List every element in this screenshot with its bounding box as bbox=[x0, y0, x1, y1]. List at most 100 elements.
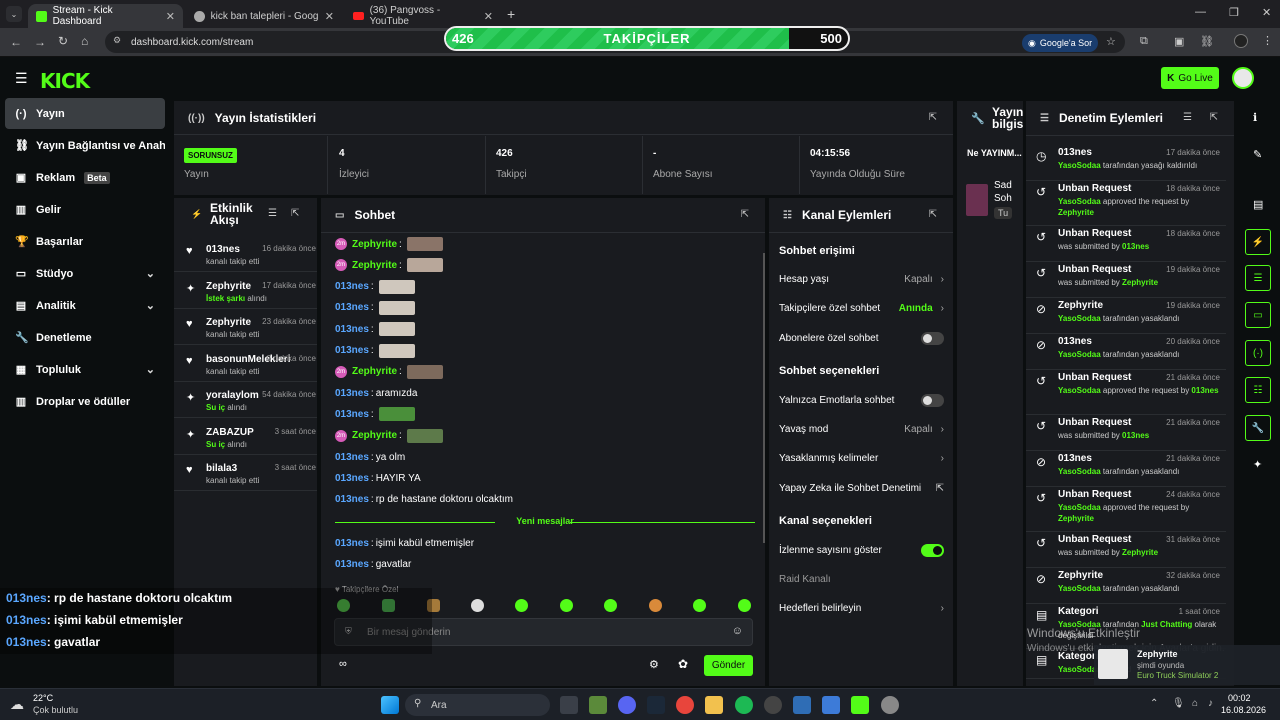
site-info-icon[interactable]: ⚙ bbox=[113, 35, 121, 46]
go-live-button[interactable]: K Go Live bbox=[1161, 67, 1219, 89]
target-name[interactable]: 013nes bbox=[1191, 386, 1218, 395]
stream-tag[interactable]: Tu bbox=[994, 207, 1013, 219]
spotify-icon[interactable] bbox=[735, 696, 753, 714]
tray-chevron-icon[interactable]: ⌃ bbox=[1150, 698, 1158, 709]
target-name[interactable]: Zephyrite bbox=[1122, 278, 1158, 287]
kick-app-icon[interactable] bbox=[851, 696, 869, 714]
reload-icon[interactable]: ↻ bbox=[58, 34, 68, 48]
app-icon[interactable] bbox=[822, 696, 840, 714]
chat-username[interactable]: 013nes bbox=[335, 452, 369, 463]
moderator-name[interactable]: YasoSodaa bbox=[1058, 197, 1101, 206]
extensions-icon[interactable]: ⧉ bbox=[1140, 35, 1148, 48]
chat-username[interactable]: 013nes bbox=[335, 559, 369, 570]
popout-icon[interactable]: ⇱ bbox=[291, 208, 299, 219]
emote-icon[interactable] bbox=[515, 599, 528, 612]
rail-wrench-icon[interactable]: 🔧 bbox=[1245, 415, 1271, 441]
tab-google[interactable]: kick ban talepleri - Google'da A ✕ bbox=[186, 4, 342, 28]
close-tab-icon[interactable]: ✕ bbox=[325, 10, 334, 23]
activity-user[interactable]: 013nes bbox=[206, 244, 240, 255]
gift-icon[interactable]: ✦ bbox=[1253, 458, 1262, 471]
restore-icon[interactable]: ❐ bbox=[1229, 6, 1239, 19]
network-icon[interactable]: ⌂ bbox=[1192, 698, 1198, 709]
moderator-name[interactable]: YasoSodaa bbox=[1058, 467, 1101, 476]
moderator-name[interactable]: YasoSodaa bbox=[1058, 350, 1101, 359]
bookmark-star-icon[interactable]: ☆ bbox=[1106, 35, 1116, 48]
tab-youtube[interactable]: (36) Pangvoss - YouTube ✕ bbox=[345, 4, 501, 28]
sidebar-item[interactable]: ⛓ Yayın Bağlantısı ve Anahtar bbox=[5, 130, 165, 161]
moderator-name[interactable]: YasoSodaa bbox=[1058, 314, 1101, 323]
moderator-name[interactable]: YasoSodaa bbox=[1058, 161, 1101, 170]
sidebar-item[interactable]: ▥ Droplar ve ödüller bbox=[5, 386, 165, 417]
emote-only-toggle[interactable] bbox=[921, 393, 944, 407]
rail-moderation-icon[interactable]: ☰ bbox=[1245, 265, 1271, 291]
chat-username[interactable]: 013nes bbox=[335, 494, 369, 505]
game-notification-toast[interactable]: Zephyrite şimdi oyunda Euro Truck Simula… bbox=[1094, 645, 1280, 685]
sidebar-item[interactable]: (·) Yayın bbox=[5, 98, 165, 129]
pencil-icon[interactable]: ✎ bbox=[1253, 148, 1262, 161]
obs-icon[interactable] bbox=[764, 696, 782, 714]
close-tab-icon[interactable]: ✕ bbox=[166, 10, 175, 23]
emote-icon[interactable] bbox=[604, 599, 617, 612]
activity-user[interactable]: ZABAZUP bbox=[206, 427, 254, 438]
followers-chat-row[interactable]: Takipçilere özel sohbet Anında › bbox=[779, 300, 944, 316]
chat-username[interactable]: Zephyrite bbox=[352, 366, 397, 377]
minimize-icon[interactable]: — bbox=[1195, 6, 1206, 18]
settings-gear-icon[interactable]: ⚙ bbox=[649, 658, 659, 671]
back-icon[interactable]: ← bbox=[10, 35, 22, 49]
profile-avatar[interactable] bbox=[1234, 34, 1248, 48]
target-name[interactable]: 013nes bbox=[1122, 431, 1149, 440]
windows-start-icon[interactable] bbox=[381, 696, 399, 714]
chat-username[interactable]: 013nes bbox=[335, 388, 369, 399]
target-name[interactable]: Zephyrite bbox=[1058, 208, 1094, 217]
set-goals-row[interactable]: Hedefleri belirleyin › bbox=[779, 600, 944, 616]
moderator-name[interactable]: YasoSodaa bbox=[1058, 386, 1101, 395]
send-button[interactable]: Gönder bbox=[704, 655, 753, 676]
filter-icon[interactable]: ☰ bbox=[268, 208, 277, 219]
sidebar-item[interactable]: 🏆 Başarılar bbox=[5, 226, 165, 257]
close-window-icon[interactable]: ✕ bbox=[1262, 6, 1271, 19]
info-icon[interactable]: ℹ bbox=[1253, 111, 1257, 124]
sidebar-item[interactable]: ▦ Topluluk ⌄ bbox=[5, 354, 165, 385]
moderator-name[interactable]: YasoSodaa bbox=[1058, 584, 1101, 593]
popout-icon[interactable]: ⇱ bbox=[1210, 112, 1218, 123]
cast-icon[interactable]: ▣ bbox=[1174, 35, 1184, 48]
rail-channel-icon[interactable]: ☷ bbox=[1245, 377, 1271, 403]
sidebar-item[interactable]: ▤ Analitik ⌄ bbox=[5, 290, 165, 321]
task-view-icon[interactable] bbox=[560, 696, 578, 714]
chat-username[interactable]: 013nes bbox=[335, 324, 369, 335]
account-age-row[interactable]: Hesap yaşı Kapalı › bbox=[779, 271, 944, 287]
chat-username[interactable]: Zephyrite bbox=[352, 430, 397, 441]
close-tab-icon[interactable]: ✕ bbox=[484, 10, 493, 23]
emoji-icon[interactable]: ☺ bbox=[732, 625, 743, 637]
emote-icon[interactable] bbox=[693, 599, 706, 612]
rail-broadcast-icon[interactable]: (·) bbox=[1245, 340, 1271, 366]
user-avatar[interactable] bbox=[1232, 67, 1254, 89]
app-icon[interactable] bbox=[793, 696, 811, 714]
sidebar-item[interactable]: ▣ Reklam Beta bbox=[5, 162, 165, 193]
menu-dots-icon[interactable]: ⋮ bbox=[1262, 34, 1273, 47]
target-name[interactable]: Zephyrite bbox=[1058, 514, 1094, 523]
emote-icon[interactable] bbox=[738, 599, 751, 612]
target-name[interactable]: Just Chatting bbox=[1141, 620, 1192, 629]
emote-icon[interactable] bbox=[560, 599, 573, 612]
chat-username[interactable]: Zephyrite bbox=[352, 260, 397, 271]
file-explorer-icon[interactable] bbox=[705, 696, 723, 714]
emote-icon[interactable] bbox=[471, 599, 484, 612]
subs-chat-toggle[interactable] bbox=[921, 331, 944, 345]
panel-icon[interactable]: ▤ bbox=[1253, 198, 1263, 211]
chat-scrollbar[interactable] bbox=[763, 253, 765, 543]
activity-user[interactable]: bilala3 bbox=[206, 463, 237, 474]
banned-words-row[interactable]: Yasaklanmış kelimeler › bbox=[779, 450, 944, 466]
chat-username[interactable]: 013nes bbox=[335, 473, 369, 484]
settings-icon[interactable] bbox=[881, 696, 899, 714]
tab-search-icon[interactable]: ⌄ bbox=[6, 6, 22, 22]
chat-username[interactable]: Zephyrite bbox=[352, 239, 397, 250]
steam-icon[interactable] bbox=[647, 696, 665, 714]
popout-icon[interactable]: ⇱ bbox=[929, 209, 937, 220]
chat-username[interactable]: 013nes bbox=[335, 409, 369, 420]
chat-username[interactable]: 013nes bbox=[335, 345, 369, 356]
chat-username[interactable]: 013nes bbox=[335, 281, 369, 292]
activity-user[interactable]: Zephyrite bbox=[206, 281, 251, 292]
new-tab-icon[interactable]: + bbox=[507, 6, 515, 22]
google-ask-button[interactable]: ◉ Google'a Sor bbox=[1022, 34, 1099, 52]
